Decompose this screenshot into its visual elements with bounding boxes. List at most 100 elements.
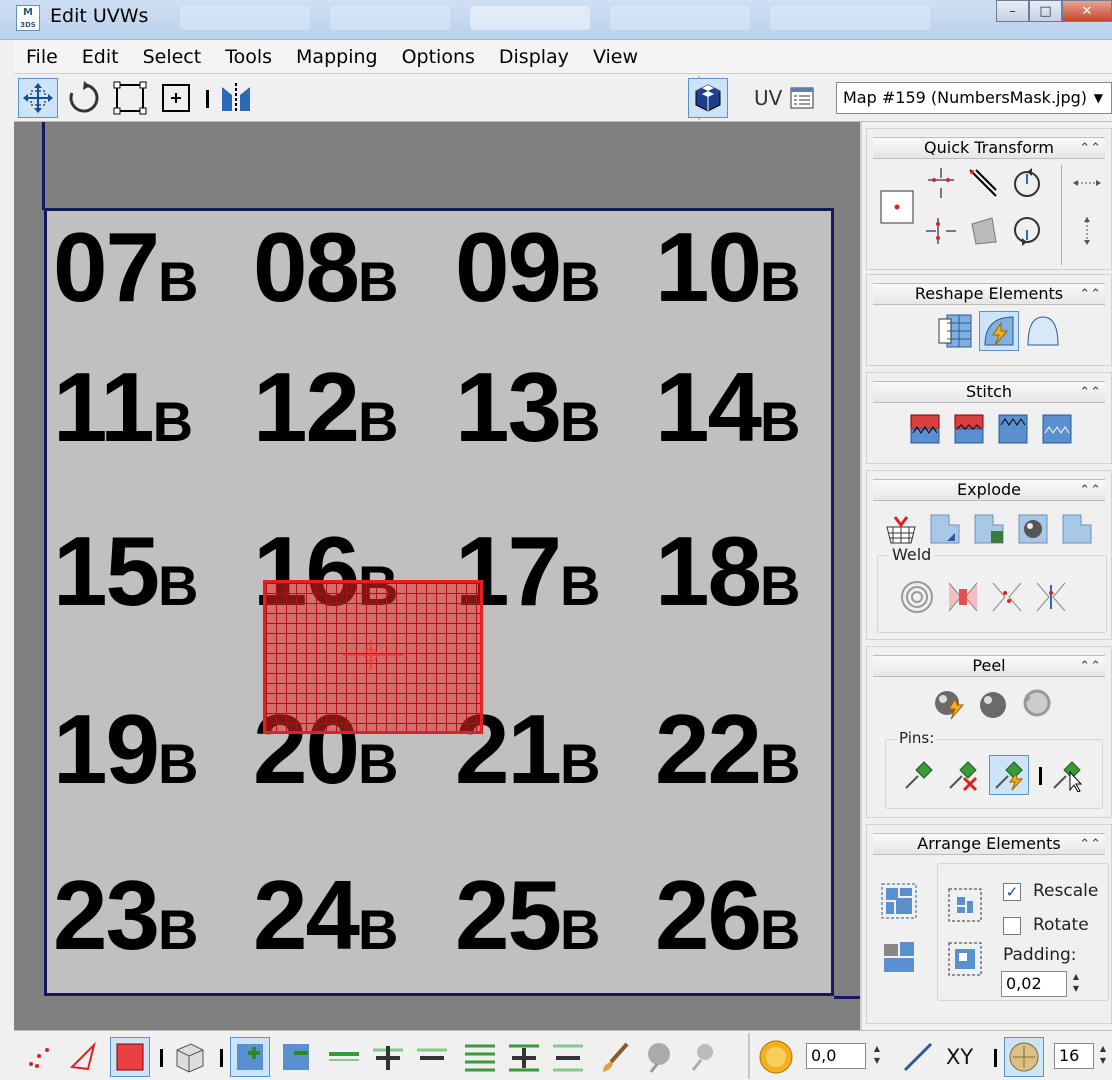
menu-display[interactable]: Display: [487, 46, 581, 68]
menu-edit[interactable]: Edit: [70, 46, 131, 68]
auto-pin-button[interactable]: [989, 755, 1029, 795]
paint-shrink-button[interactable]: [684, 1037, 724, 1077]
list-view-button[interactable]: [782, 78, 822, 118]
peel-header[interactable]: Peel ⌃⌃: [873, 655, 1105, 677]
close-button[interactable]: ✕: [1062, 0, 1112, 22]
pack-normalize-button[interactable]: [879, 881, 919, 921]
relax-settings-button[interactable]: [1023, 311, 1063, 351]
stitch-to-target-button[interactable]: [905, 409, 945, 449]
space-horizontal-button[interactable]: [1067, 163, 1107, 203]
mirror-button[interactable]: [216, 78, 256, 118]
ring-grow-button[interactable]: [504, 1037, 544, 1077]
align-horizontal-button[interactable]: [921, 163, 961, 203]
weld-threshold-button[interactable]: [897, 577, 937, 617]
straighten-button[interactable]: [963, 163, 1003, 203]
rotate-ccw-icon: [1014, 217, 1040, 246]
align-vertical-button[interactable]: [921, 211, 961, 251]
rotate-cw-button[interactable]: [1007, 163, 1047, 203]
relax-button[interactable]: [979, 311, 1019, 351]
rotate-checkbox[interactable]: [1003, 917, 1021, 935]
stitch-average-button[interactable]: [949, 409, 989, 449]
face-mode-button[interactable]: [110, 1037, 150, 1077]
pin-selected-button[interactable]: [899, 755, 939, 795]
gizmo-icon: [162, 84, 190, 112]
unpin-selected-button[interactable]: [943, 755, 983, 795]
menu-tools[interactable]: Tools: [213, 46, 284, 68]
grid-spinner-arrows[interactable]: ▲ ▼: [1096, 1043, 1110, 1069]
distort-button[interactable]: [963, 211, 1003, 251]
selected-uv-face[interactable]: [263, 580, 483, 734]
edge-mode-button[interactable]: [64, 1037, 104, 1077]
stitch-custom-button[interactable]: [1037, 409, 1077, 449]
padding-spinner-arrows[interactable]: ▲ ▼: [1069, 971, 1083, 997]
peel-mode-button[interactable]: [973, 683, 1013, 723]
menu-options[interactable]: Options: [390, 46, 487, 68]
ring-shrink-button[interactable]: [548, 1037, 588, 1077]
element-mode-button[interactable]: [170, 1037, 210, 1077]
vertex-mode-button[interactable]: [18, 1037, 58, 1077]
arrange-elements-header[interactable]: Arrange Elements ⌃⌃: [873, 833, 1105, 855]
loop-button[interactable]: [324, 1037, 364, 1077]
menu-view[interactable]: View: [581, 46, 650, 68]
quick-transform-header[interactable]: Quick Transform ⌃⌃: [873, 137, 1105, 159]
loop-shrink-button[interactable]: [412, 1037, 452, 1077]
weld-all-button[interactable]: [1031, 577, 1071, 617]
reset-peel-button[interactable]: [1017, 683, 1057, 723]
shrink-selection-icon: [283, 1044, 309, 1070]
loop-grow-icon: [373, 1046, 403, 1070]
explode-title: Explode: [957, 480, 1021, 499]
flatten-button[interactable]: [1013, 509, 1053, 549]
paint-grow-button[interactable]: [640, 1037, 680, 1077]
shrink-selection-button[interactable]: [276, 1037, 316, 1077]
explode-header[interactable]: Explode ⌃⌃: [873, 479, 1105, 501]
space-vertical-button[interactable]: [1067, 211, 1107, 251]
rotate-ccw-button[interactable]: [1007, 211, 1047, 251]
texture-number-label: 18B: [655, 521, 855, 621]
menu-file[interactable]: File: [14, 46, 70, 68]
number-suffix: B: [358, 898, 399, 961]
soft-selection-button[interactable]: [756, 1037, 796, 1077]
freeform-mode-button[interactable]: [18, 78, 58, 118]
minimize-button[interactable]: –: [996, 0, 1029, 22]
show-map-button[interactable]: [688, 78, 728, 118]
padding-input[interactable]: 0,02: [1001, 971, 1067, 997]
menu-select[interactable]: Select: [131, 46, 214, 68]
reshape-elements-header[interactable]: Reshape Elements ⌃⌃: [873, 283, 1105, 305]
stitch-header[interactable]: Stitch ⌃⌃: [873, 381, 1105, 403]
quick-peel-button[interactable]: [929, 683, 969, 723]
menu-mapping[interactable]: Mapping: [284, 46, 390, 68]
rotate-button[interactable]: [64, 78, 104, 118]
falloff-spinner-arrows[interactable]: ▲ ▼: [870, 1043, 884, 1069]
explode-by-smoothing-button[interactable]: [925, 509, 965, 549]
explode-uv-button[interactable]: [1057, 509, 1097, 549]
grid-size-input[interactable]: 16: [1054, 1043, 1094, 1069]
select-pins-button[interactable]: [1047, 755, 1087, 795]
straighten-selection-button[interactable]: [935, 311, 975, 351]
collapse-icon: ⌃⌃: [1079, 385, 1101, 400]
stitch-source-button[interactable]: [993, 409, 1033, 449]
pack-custom-button[interactable]: [945, 885, 985, 925]
weld-target-button[interactable]: [987, 577, 1027, 617]
map-dropdown[interactable]: Map #159 (NumbersMask.jpg) ▼: [836, 82, 1112, 114]
pack-together-button[interactable]: [879, 937, 919, 977]
soft-select-falloff-input[interactable]: 0,0: [806, 1043, 866, 1069]
falloff-type-button[interactable]: [898, 1037, 938, 1077]
weld-selected-button[interactable]: [943, 577, 983, 617]
freeform-gizmo-button[interactable]: [156, 78, 196, 118]
explode-by-material-button[interactable]: [969, 509, 1009, 549]
paint-select-button[interactable]: [596, 1037, 636, 1077]
uv-space-label[interactable]: UV: [754, 86, 782, 110]
grid-snap-button[interactable]: [1004, 1037, 1044, 1077]
pivot-button[interactable]: [875, 185, 919, 229]
falloff-space-label[interactable]: XY: [946, 1045, 973, 1069]
break-button[interactable]: [881, 509, 921, 549]
rescale-checkbox[interactable]: ✓: [1003, 883, 1021, 901]
number-digits: 24: [253, 860, 360, 970]
scale-button[interactable]: [110, 78, 150, 118]
pack-rotate-button[interactable]: [945, 939, 985, 979]
uv-editor-viewport[interactable]: 07B08B09B10B11B12B13B14B15B16B17B18B19B2…: [14, 122, 860, 1030]
maximize-button[interactable]: □: [1029, 0, 1062, 22]
ring-button[interactable]: [460, 1037, 500, 1077]
loop-grow-button[interactable]: [368, 1037, 408, 1077]
grow-selection-button[interactable]: [230, 1037, 270, 1077]
